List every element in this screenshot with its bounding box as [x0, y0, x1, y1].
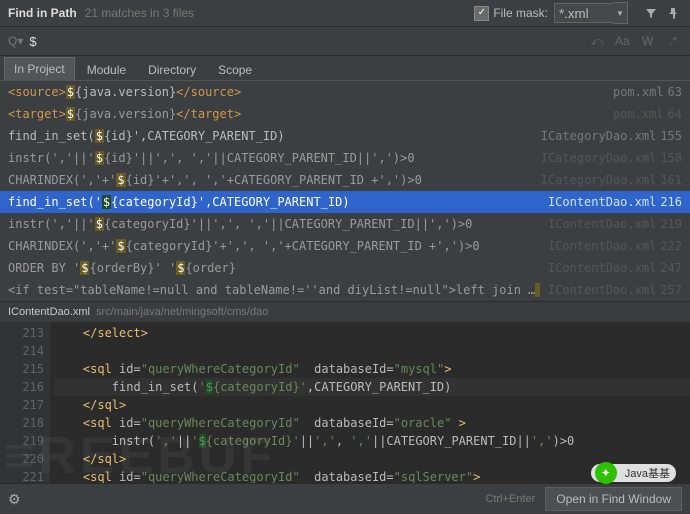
result-line: 216 [660, 195, 682, 209]
pin-icon[interactable] [664, 2, 682, 24]
result-line: 247 [660, 261, 682, 275]
breadcrumb-file: IContentDao.xml [8, 306, 90, 318]
result-line: 161 [660, 173, 682, 187]
code-area[interactable]: </select> <sql id="queryWhereCategoryId"… [50, 322, 690, 483]
wechat-label: Java基基 [625, 465, 670, 481]
wechat-overlay: ✦ Java基基 [591, 464, 676, 482]
tab-module[interactable]: Module [77, 58, 136, 81]
match-case-icon[interactable]: Aa [613, 30, 631, 52]
gear-icon[interactable]: ⚙ [8, 491, 21, 508]
result-file: ICategoryDao.xml [541, 151, 657, 165]
result-file: ICategoryDao.xml [541, 129, 657, 143]
result-file: IContentDao.xml [548, 239, 656, 253]
result-row[interactable]: CHARINDEX(','+'${categoryId}'+',', ','+C… [0, 235, 690, 257]
result-row[interactable]: ORDER BY '${orderBy}' '${order}IContentD… [0, 257, 690, 279]
tab-scope[interactable]: Scope [208, 58, 262, 81]
code-preview[interactable]: 213214215216217218219220221 </select> <s… [0, 322, 690, 483]
filemask-checkbox[interactable]: ✓ [474, 6, 489, 21]
filemask-dropdown[interactable]: ▼ [613, 2, 628, 24]
results-list[interactable]: <source>${java.version}</source>pom.xml6… [0, 81, 690, 301]
search-icon[interactable]: Q▾ [8, 34, 23, 48]
code-line[interactable]: find_in_set('${categoryId}',CATEGORY_PAR… [54, 378, 690, 396]
result-file: pom.xml [613, 107, 664, 121]
code-line[interactable] [54, 342, 690, 360]
result-line: 222 [660, 239, 682, 253]
tab-in-project[interactable]: In Project [4, 57, 75, 81]
result-file: IContentDao.xml [548, 283, 656, 297]
shortcut-hint: Ctrl+Enter [485, 493, 535, 505]
search-options: ⤺ Aa W .* [584, 30, 682, 53]
result-file: IContentDao.xml [548, 195, 656, 209]
result-row[interactable]: find_in_set(${id}',CATEGORY_PARENT_ID)IC… [0, 125, 690, 147]
result-file: pom.xml [613, 85, 664, 99]
history-icon[interactable]: ⤺ [588, 30, 606, 52]
result-row[interactable]: <target>${java.version}</target>pom.xml6… [0, 103, 690, 125]
result-file: ICategoryDao.xml [541, 173, 657, 187]
code-line[interactable]: <sql id="queryWhereCategoryId" databaseI… [54, 360, 690, 378]
result-line: 257 [660, 283, 682, 297]
open-in-find-window-button[interactable]: Open in Find Window [545, 487, 682, 511]
search-input[interactable]: $ [29, 34, 584, 49]
code-line[interactable]: </sql> [54, 396, 690, 414]
filemask-input[interactable] [554, 3, 614, 23]
search-row: Q▾ $ ⤺ Aa W .* [0, 27, 690, 56]
result-file: IContentDao.xml [548, 217, 656, 231]
result-file: IContentDao.xml [548, 261, 656, 275]
filter-icon[interactable] [642, 2, 660, 24]
result-row[interactable]: find_in_set('${categoryId}',CATEGORY_PAR… [0, 191, 690, 213]
wechat-icon: ✦ [595, 462, 617, 484]
result-row[interactable]: instr(','||'${categoryId}'||',', ','||CA… [0, 213, 690, 235]
regex-icon[interactable]: .* [664, 30, 682, 52]
line-gutter: 213214215216217218219220221 [0, 322, 50, 483]
result-row[interactable]: <if test="tableName!=null and tableName!… [0, 279, 690, 301]
words-icon[interactable]: W [639, 30, 657, 52]
dialog-title: Find in Path [8, 6, 77, 20]
result-row[interactable]: <source>${java.version}</source>pom.xml6… [0, 81, 690, 103]
dialog-footer: ⚙ Ctrl+Enter Open in Find Window [0, 483, 690, 514]
result-line: 64 [668, 107, 682, 121]
result-line: 219 [660, 217, 682, 231]
result-line: 158 [660, 151, 682, 165]
breadcrumb-path: src/main/java/net/mingsoft/cms/dao [96, 306, 268, 318]
result-line: 155 [660, 129, 682, 143]
result-line: 63 [668, 85, 682, 99]
match-count: 21 matches in 3 files [85, 6, 194, 20]
breadcrumb: IContentDao.xml src/main/java/net/mingso… [0, 301, 690, 322]
code-line[interactable]: instr(','||'${categoryId}'||',', ','||CA… [54, 432, 690, 450]
tab-directory[interactable]: Directory [138, 58, 206, 81]
result-row[interactable]: instr(','||'${id}'||',', ','||CATEGORY_P… [0, 147, 690, 169]
code-line[interactable]: </select> [54, 324, 690, 342]
code-line[interactable]: <sql id="queryWhereCategoryId" databaseI… [54, 414, 690, 432]
dialog-header: Find in Path 21 matches in 3 files ✓ Fil… [0, 0, 690, 27]
result-row[interactable]: CHARINDEX(','+'${id}'+',', ','+CATEGORY_… [0, 169, 690, 191]
filemask-label: File mask: [493, 6, 548, 20]
find-in-path-dialog: Find in Path 21 matches in 3 files ✓ Fil… [0, 0, 690, 514]
scope-tabs: In ProjectModuleDirectoryScope [0, 56, 690, 81]
